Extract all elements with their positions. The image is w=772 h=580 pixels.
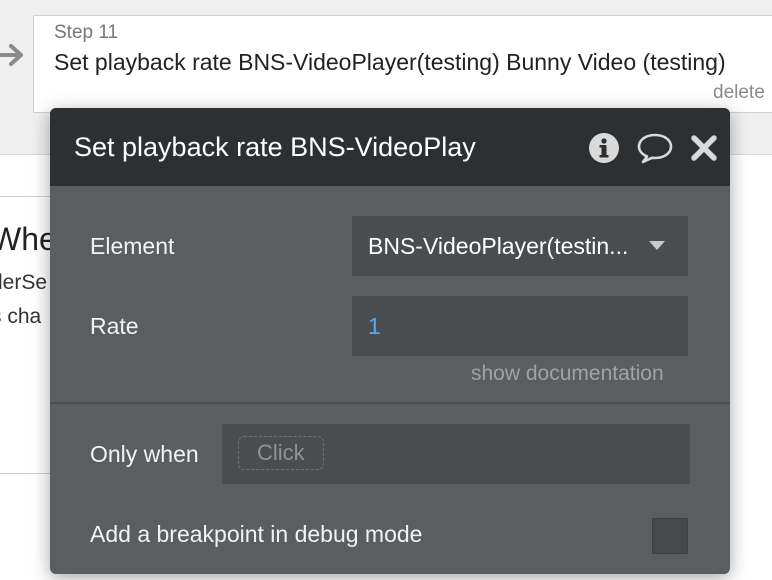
- popup-title: Set playback rate BNS-VideoPlay: [74, 132, 476, 162]
- chevron-down-icon: [649, 241, 665, 250]
- comment-icon[interactable]: [636, 132, 674, 164]
- event-title: Whe: [0, 221, 57, 257]
- breakpoint-checkbox[interactable]: [652, 518, 688, 554]
- event-description-line: s cha: [0, 305, 42, 328]
- workflow-editor: Step 11 Set playback rate BNS-VideoPlaye…: [0, 0, 772, 580]
- element-dropdown-value: BNS-VideoPlayer(testin...: [368, 233, 629, 259]
- element-dropdown[interactable]: BNS-VideoPlayer(testin...: [352, 216, 688, 276]
- rate-input[interactable]: 1: [352, 296, 688, 356]
- only-when-condition-input[interactable]: Click: [222, 424, 690, 484]
- step-number: Step 11: [54, 22, 119, 43]
- rate-label: Rate: [90, 313, 139, 339]
- delete-step-link[interactable]: delete: [713, 82, 765, 104]
- arrow-right-icon: [0, 44, 23, 66]
- step-title: Set playback rate BNS-VideoPlayer(testin…: [54, 49, 726, 75]
- workflow-step-card[interactable]: Step 11 Set playback rate BNS-VideoPlaye…: [33, 15, 772, 113]
- action-property-editor: Set playback rate BNS-VideoPlay Element …: [50, 108, 730, 574]
- rate-value: 1: [368, 313, 381, 339]
- element-label: Element: [90, 233, 175, 259]
- only-when-placeholder[interactable]: Click: [238, 436, 324, 470]
- section-divider: [50, 402, 730, 404]
- breakpoint-label: Add a breakpoint in debug mode: [90, 521, 423, 547]
- show-documentation-link[interactable]: show documentation: [471, 362, 664, 386]
- popup-header: Set playback rate BNS-VideoPlay: [50, 108, 730, 186]
- info-icon[interactable]: [588, 132, 620, 164]
- only-when-label: Only when: [90, 441, 199, 467]
- event-description-line: derSe: [0, 271, 48, 294]
- close-icon[interactable]: [690, 132, 718, 164]
